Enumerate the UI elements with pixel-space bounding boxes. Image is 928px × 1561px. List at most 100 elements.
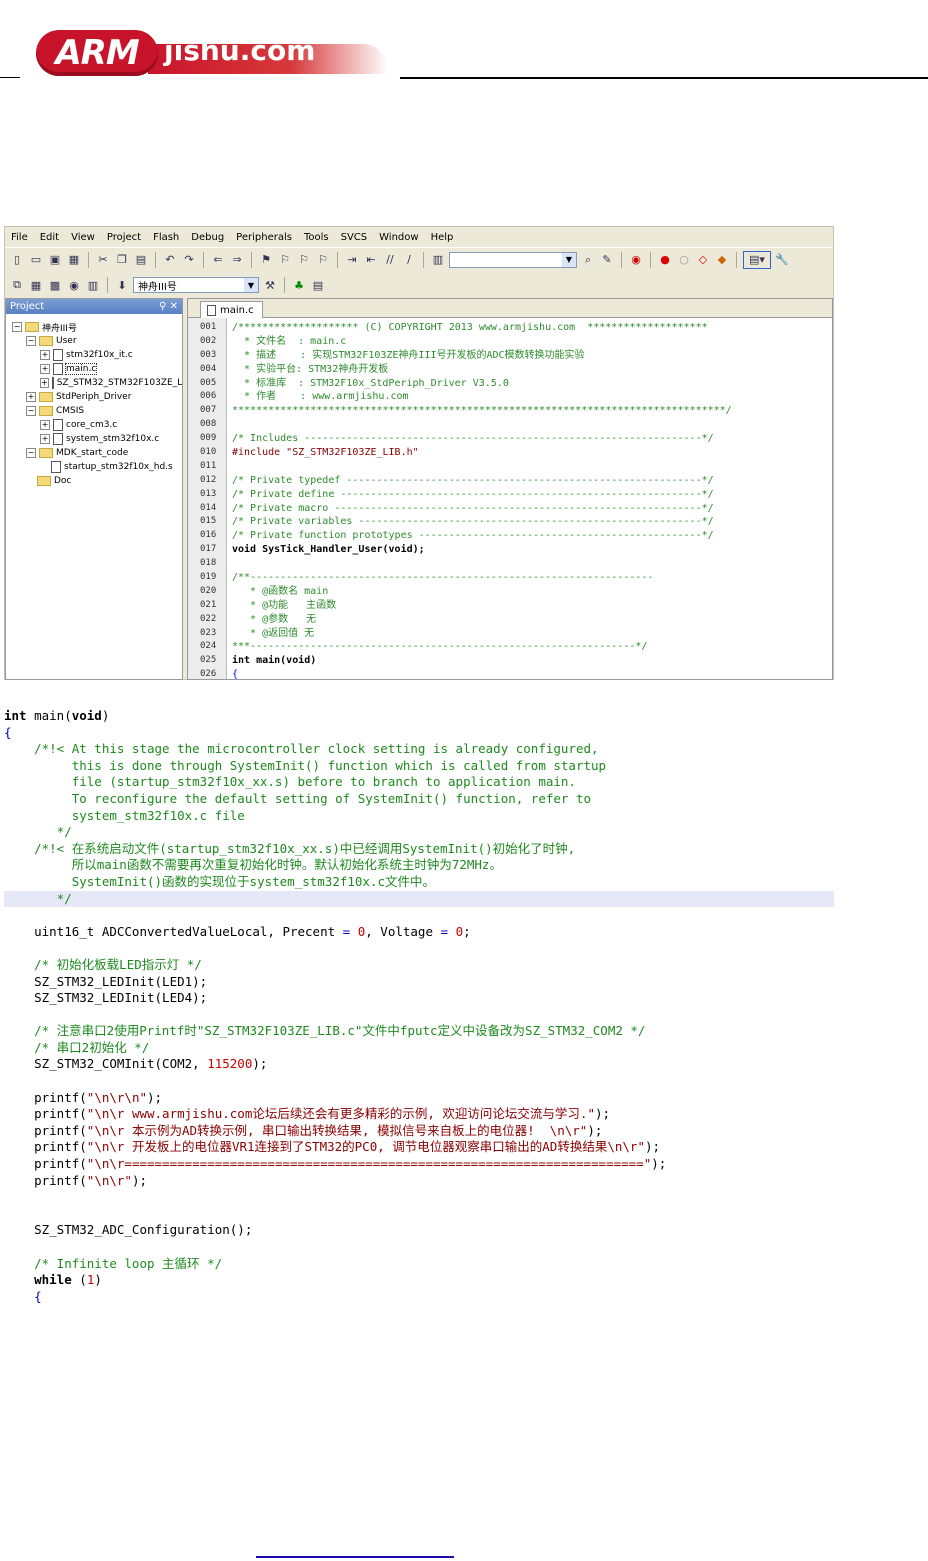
breakpoint-icon[interactable]: ● (657, 252, 673, 268)
line-text: * 标准库 : STM32F10x_StdPeriph_Driver V3.5.… (232, 377, 509, 389)
manage-components-icon[interactable]: ♣ (291, 277, 307, 293)
bookmark-clear-icon[interactable]: ⚐ (315, 252, 331, 268)
expand-icon[interactable]: + (40, 364, 50, 374)
collapse-icon[interactable]: − (26, 336, 36, 346)
breakpoint-clear-icon[interactable]: ◆ (714, 252, 730, 268)
copy-icon[interactable]: ❐ (114, 252, 130, 268)
unindent-icon[interactable]: ⇤ (363, 252, 379, 268)
bookmark-prev-icon[interactable]: ⚐ (277, 252, 293, 268)
tab-main-c[interactable]: main.c (200, 301, 263, 318)
menu-help[interactable]: Help (425, 232, 460, 243)
code-line: 022 * @参数 无 (188, 613, 832, 627)
tree-item[interactable]: + core_cm3.c (6, 418, 182, 432)
menu-view[interactable]: View (65, 232, 101, 243)
menu-svcs[interactable]: SVCS (335, 232, 374, 243)
tree-item-label: 神舟III号 (42, 323, 77, 334)
collapse-icon[interactable] (40, 463, 48, 471)
bookmark-next-icon[interactable]: ⚐ (296, 252, 312, 268)
configure-icon[interactable]: 🔧 (774, 252, 790, 268)
window-layout-icon[interactable]: ▤▾ (743, 250, 771, 269)
paste-icon[interactable]: ▤ (133, 252, 149, 268)
code-line: To reconfigure the default setting of Sy… (4, 790, 591, 806)
find-icon[interactable]: ⌕ (580, 252, 596, 268)
tree-item[interactable]: − 神舟III号 (6, 320, 182, 334)
open-folder-icon[interactable]: ▭ (28, 252, 44, 268)
build-icon[interactable]: ▦ (28, 277, 44, 293)
footer-link-underline[interactable] (256, 1556, 454, 1558)
find-in-files-icon[interactable]: ▥ (430, 252, 446, 268)
batch-build-icon[interactable]: ◉ (66, 277, 82, 293)
menu-tools[interactable]: Tools (298, 232, 335, 243)
menu-debug[interactable]: Debug (185, 232, 230, 243)
menu-project[interactable]: Project (101, 232, 147, 243)
find-combo[interactable]: ▼ (449, 251, 577, 268)
tree-item[interactable]: startup_stm32f10x_hd.s (6, 460, 182, 474)
forward-icon[interactable]: ⇒ (229, 252, 245, 268)
expand-icon[interactable]: + (26, 392, 36, 402)
collapse-icon[interactable]: − (12, 322, 22, 332)
tree-item[interactable]: + SZ_STM32_STM32F103ZE_LIB.c (6, 376, 182, 390)
new-file-icon[interactable]: ▯ (9, 252, 25, 268)
menu-window[interactable]: Window (373, 232, 424, 243)
back-icon[interactable]: ⇐ (210, 252, 226, 268)
tree-item[interactable]: − CMSIS (6, 404, 182, 418)
cut-icon[interactable]: ✂ (95, 252, 111, 268)
tree-item[interactable]: + StdPeriph_Driver (6, 390, 182, 404)
collapse-icon[interactable]: − (26, 448, 36, 458)
folder-icon (25, 322, 39, 332)
code-line: */ (4, 890, 834, 908)
menu-file[interactable]: File (5, 232, 34, 243)
target-combo[interactable]: 神舟III号 ▼ (133, 277, 259, 293)
tree-item[interactable]: − User (6, 334, 182, 348)
code-line: 012 /* Private typedef ------------------… (188, 474, 832, 488)
code-line: 009 /* Includes -------------------------… (188, 432, 832, 446)
incremental-find-icon[interactable]: ✎ (599, 252, 615, 268)
line-text: /* Private typedef ---------------------… (232, 474, 714, 486)
indent-icon[interactable]: ⇥ (344, 252, 360, 268)
code-line: SystemInit()函数的实现位于system_stm32f10x.c文件中… (4, 873, 436, 889)
translate-icon[interactable]: ⧉ (9, 277, 25, 293)
menu-edit[interactable]: Edit (34, 232, 65, 243)
tree-item[interactable]: + main.c (6, 362, 182, 376)
expand-icon[interactable]: + (40, 420, 50, 430)
undo-icon[interactable]: ↶ (162, 252, 178, 268)
line-number: 025 (200, 655, 217, 666)
expand-icon[interactable]: + (40, 378, 49, 388)
tree-item[interactable]: + system_stm32f10x.c (6, 432, 182, 446)
line-text: /******************** (C) COPYRIGHT 2013… (232, 322, 708, 333)
tree-item[interactable]: Doc (6, 474, 182, 488)
redo-icon[interactable]: ↷ (181, 252, 197, 268)
tree-item[interactable]: − MDK_start_code (6, 446, 182, 460)
line-number: 016 (200, 530, 217, 541)
code-editor[interactable]: main.c 001 /******************** (C) COPY… (187, 298, 833, 680)
comment-icon[interactable]: // (382, 252, 398, 268)
rebuild-icon[interactable]: ▩ (47, 277, 63, 293)
code-line: 024 ***----------------------------------… (188, 640, 832, 654)
tree-item-label: main.c (64, 363, 98, 375)
save-icon[interactable]: ▣ (47, 252, 63, 268)
target-options-icon[interactable]: ⚒ (262, 277, 278, 293)
toolbar-build: ⧉ ▦ ▩ ◉ ▥ ⬇ 神舟III号 ▼ ⚒ ♣ ▤ (5, 273, 833, 297)
save-all-icon[interactable]: ▦ (66, 252, 82, 268)
code-line: { (4, 724, 12, 740)
breakpoint-disable-icon[interactable]: ○ (676, 252, 692, 268)
stop-build-icon[interactable]: ▥ (85, 277, 101, 293)
menu-peripherals[interactable]: Peripherals (230, 232, 298, 243)
tree-item[interactable]: + stm32f10x_it.c (6, 348, 182, 362)
breakpoint-kill-icon[interactable]: ◇ (695, 252, 711, 268)
menu-flash[interactable]: Flash (147, 232, 185, 243)
code-line: 001 /******************** (C) COPYRIGHT 2… (188, 321, 832, 335)
panel-close-icon[interactable]: ⚲ ✕ (159, 301, 178, 312)
collapse-icon[interactable]: − (26, 406, 36, 416)
bookmark-icon[interactable]: ⚑ (258, 252, 274, 268)
line-text: int main(void) (232, 655, 317, 667)
expand-icon[interactable]: + (40, 434, 50, 444)
debug-icon[interactable]: ◉ (628, 252, 644, 268)
collapse-icon[interactable] (26, 477, 34, 485)
line-number: 009 (200, 433, 217, 444)
expand-icon[interactable]: + (40, 350, 50, 360)
manage-books-icon[interactable]: ▤ (310, 277, 326, 293)
uncomment-icon[interactable]: / (401, 252, 417, 268)
download-icon[interactable]: ⬇ (114, 277, 130, 293)
